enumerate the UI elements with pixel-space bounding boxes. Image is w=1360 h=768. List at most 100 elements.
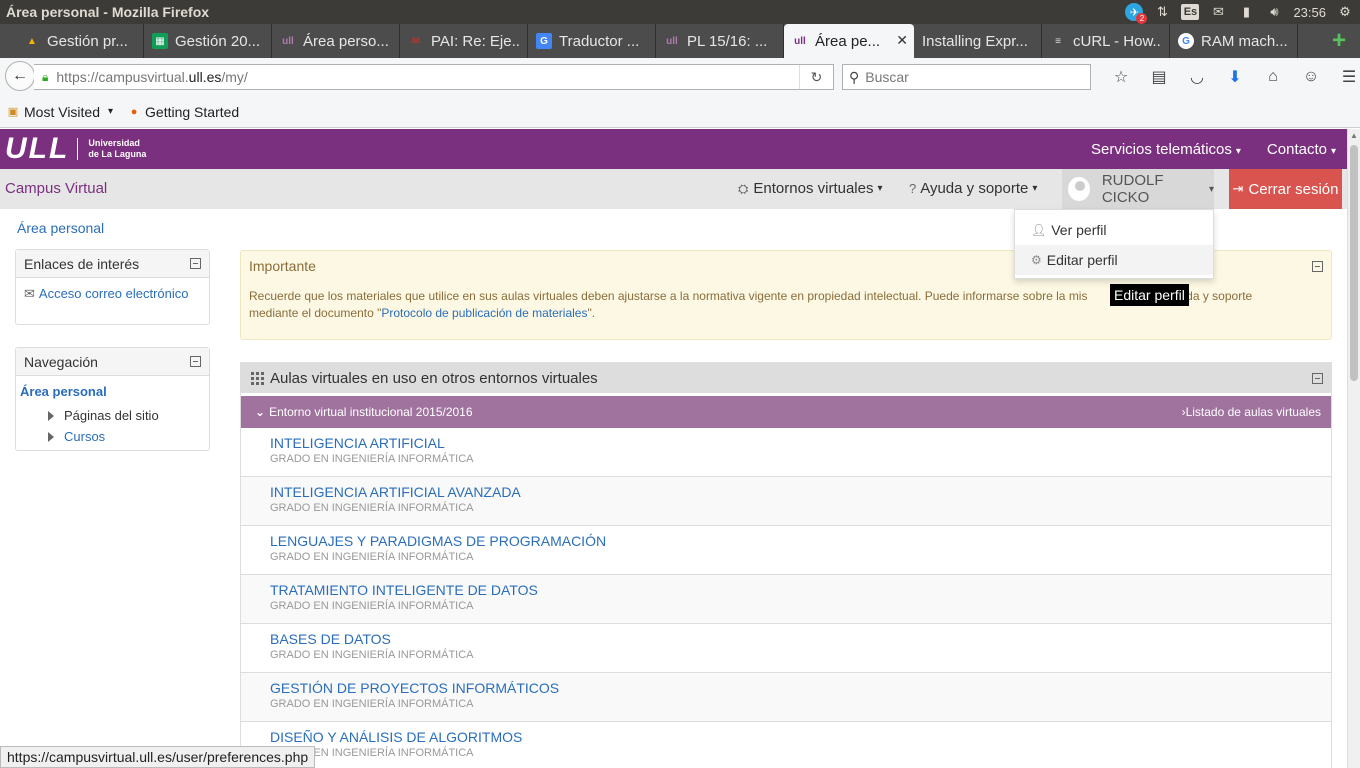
nav-item-label: Páginas del sitio xyxy=(64,408,159,423)
caret-down-icon: ▾ xyxy=(1235,145,1241,157)
back-arrow-icon[interactable]: ← xyxy=(5,61,35,91)
protocol-link[interactable]: Protocolo de publicación de materiales xyxy=(381,306,587,320)
tab[interactable]: ull Área perso... xyxy=(272,24,400,58)
email-link[interactable]: Acceso correo electrónico xyxy=(39,286,189,301)
tab[interactable]: ≡ cURL - How... xyxy=(1042,24,1170,58)
folder-icon: ▣ xyxy=(7,106,19,118)
user-menu[interactable]: RUDOLF CICKO ▾ xyxy=(1062,169,1214,209)
course-link[interactable]: LENGUAJES Y PARADIGMAS DE PROGRAMACIÓN xyxy=(270,533,1331,549)
reading-list-icon[interactable]: ▤ xyxy=(1140,66,1178,88)
course-degree: GRADO EN INGENIERÍA INFORMÁTICA xyxy=(270,551,474,563)
logo-mark: ULL xyxy=(5,132,70,165)
group-icon: ⛭ xyxy=(738,180,749,196)
keyboard-layout[interactable]: Es xyxy=(1181,4,1200,20)
menu-servicios-telematicos[interactable]: Servicios telemáticos ▾ xyxy=(1091,141,1241,158)
menu-contacto[interactable]: Contacto ▾ xyxy=(1267,141,1336,158)
tab[interactable]: ull PL 15/16: ... xyxy=(656,24,784,58)
tab-label: Área perso... xyxy=(303,32,389,50)
breadcrumb[interactable]: Área personal xyxy=(17,220,104,236)
nav-item-cursos[interactable]: Cursos xyxy=(20,426,205,447)
tab[interactable]: ▲ Gestión pr... xyxy=(16,24,144,58)
course-item: DISEÑO Y ANÁLISIS DE ALGORITMOS GRADO EN … xyxy=(241,722,1331,768)
tab[interactable]: Installing Expr... xyxy=(914,24,1042,58)
collapse-icon[interactable] xyxy=(190,258,201,269)
chevron-down-icon: ▾ xyxy=(108,106,114,117)
question-icon: ? xyxy=(909,181,917,196)
battery-icon[interactable]: ▮ xyxy=(1237,3,1255,21)
search-input[interactable]: ⚲ Buscar xyxy=(842,64,1091,90)
settings-gear-icon[interactable]: ⚙ xyxy=(1336,3,1354,21)
collapse-icon[interactable] xyxy=(190,356,201,367)
download-icon[interactable]: ⬇ xyxy=(1216,66,1254,88)
course-link[interactable]: GESTIÓN DE PROYECTOS INFORMÁTICOS xyxy=(270,680,1331,696)
scroll-thumb[interactable] xyxy=(1350,145,1358,381)
menu-item-label: Ver perfil xyxy=(1051,222,1107,238)
nav-root[interactable]: Área personal xyxy=(20,384,205,399)
entorno-header[interactable]: ⌄ Entorno virtual institucional 2015/2016… xyxy=(241,396,1331,428)
tab-label: RAM mach... xyxy=(1201,32,1288,50)
course-link[interactable]: BASES DE DATOS xyxy=(270,631,1331,647)
reload-icon[interactable]: ↻ xyxy=(799,65,833,89)
telegram-icon[interactable]: ✈ 2 xyxy=(1125,3,1148,24)
system-tray: ✈ 2 ⇅ Es ✉ ▮ 🔊︎ 23:56 ⚙ xyxy=(1125,0,1354,24)
chat-icon[interactable]: ☺ xyxy=(1292,66,1330,88)
tab-label: Gestión pr... xyxy=(47,32,128,50)
hamburger-menu-icon[interactable]: ☰ xyxy=(1330,66,1360,88)
listado-link[interactable]: ›Listado de aulas virtuales xyxy=(1182,405,1321,419)
tab-label: PAI: Re: Eje... xyxy=(431,32,519,50)
menu-label: Contacto xyxy=(1266,140,1327,158)
logout-label: Cerrar sesión xyxy=(1248,180,1339,198)
volume-icon[interactable]: 🔊︎ xyxy=(1265,3,1283,21)
navigation-toolbar: ← 🔒︎ https://campusvirtual. ull.es/my/ ↻ … xyxy=(0,58,1360,96)
tab[interactable]: ▦ Gestión 20... xyxy=(144,24,272,58)
nav-item-paginas[interactable]: Páginas del sitio xyxy=(20,405,205,426)
lock-icon[interactable]: 🔒︎ xyxy=(42,70,48,85)
ull-logo[interactable]: ULL Universidad de La Laguna xyxy=(5,132,147,165)
mail-icon[interactable]: ✉ xyxy=(1209,3,1227,21)
menu-label: Entornos virtuales xyxy=(753,180,874,197)
course-item: LENGUAJES Y PARADIGMAS DE PROGRAMACIÓN GR… xyxy=(241,526,1331,575)
bookmark-getting-started[interactable]: ● Getting Started xyxy=(127,104,240,120)
status-url: https://campusvirtual.ull.es/user/prefer… xyxy=(0,746,316,768)
course-link[interactable]: TRATAMIENTO INTELIGENTE DE DATOS xyxy=(270,582,1331,598)
google-drive-icon: ▲ xyxy=(27,35,37,47)
firefox-icon: ● xyxy=(130,105,138,118)
notice-text-part: Recuerde que los materiales que utilice … xyxy=(249,289,1088,303)
course-link[interactable]: DISEÑO Y ANÁLISIS DE ALGORITMOS xyxy=(270,729,1331,745)
gmail-icon: ✉ xyxy=(411,35,421,47)
campus-title[interactable]: Campus Virtual xyxy=(5,180,107,197)
tab[interactable]: G RAM mach... xyxy=(1170,24,1298,58)
logout-button[interactable]: ⇥ Cerrar sesión xyxy=(1229,169,1342,209)
tab[interactable]: G Traductor ... xyxy=(528,24,656,58)
course-degree: GRADO EN INGENIERÍA INFORMÁTICA xyxy=(270,649,474,661)
course-item: INTELIGENCIA ARTIFICIAL GRADO EN INGENIER… xyxy=(241,428,1331,477)
menu-entornos-virtuales[interactable]: ⛭ Entornos virtuales ▾ xyxy=(738,180,883,197)
logo-line2: de La Laguna xyxy=(88,149,147,159)
collapse-icon[interactable] xyxy=(1312,373,1323,384)
course-link[interactable]: INTELIGENCIA ARTIFICIAL AVANZADA xyxy=(270,484,1331,500)
course-degree: GRADO EN INGENIERÍA INFORMÁTICA xyxy=(270,453,474,465)
tab-label: Área pe... xyxy=(815,32,881,50)
page-scrollbar[interactable]: ▲ xyxy=(1347,129,1360,768)
ull-icon: ull xyxy=(794,35,806,47)
url-bar[interactable]: 🔒︎ https://campusvirtual. ull.es/my/ ↻ xyxy=(34,64,834,90)
ver-perfil-item[interactable]: 👤︎ Ver perfil xyxy=(1015,215,1213,245)
new-tab-icon[interactable]: + xyxy=(1322,24,1356,58)
clock[interactable]: 23:56 xyxy=(1293,5,1326,20)
editar-perfil-item[interactable]: ⚙ Editar perfil xyxy=(1015,245,1213,275)
ull-icon: ull xyxy=(666,35,678,47)
network-icon[interactable]: ⇅ xyxy=(1153,3,1171,21)
bookmark-star-icon[interactable]: ☆ xyxy=(1102,66,1140,88)
bookmark-most-visited[interactable]: ▣ Most Visited ▾ xyxy=(6,104,113,120)
close-tab-icon[interactable]: ✕ xyxy=(896,32,908,49)
home-icon[interactable]: ⌂ xyxy=(1254,66,1292,88)
course-link[interactable]: INTELIGENCIA ARTIFICIAL xyxy=(270,435,1331,451)
tab-active[interactable]: ull Área pe... ✕ xyxy=(784,24,914,58)
menu-ayuda-soporte[interactable]: ? Ayuda y soporte ▾ xyxy=(909,180,1037,197)
scroll-up-icon[interactable]: ▲ xyxy=(1350,131,1358,140)
collapse-icon[interactable] xyxy=(1312,261,1323,272)
tab[interactable]: ✉ PAI: Re: Eje... xyxy=(400,24,528,58)
pocket-icon[interactable]: ◡ xyxy=(1178,66,1216,88)
logo-line1: Universidad xyxy=(88,138,140,148)
web-page: ULL Universidad de La Laguna Servicios te… xyxy=(0,129,1347,768)
